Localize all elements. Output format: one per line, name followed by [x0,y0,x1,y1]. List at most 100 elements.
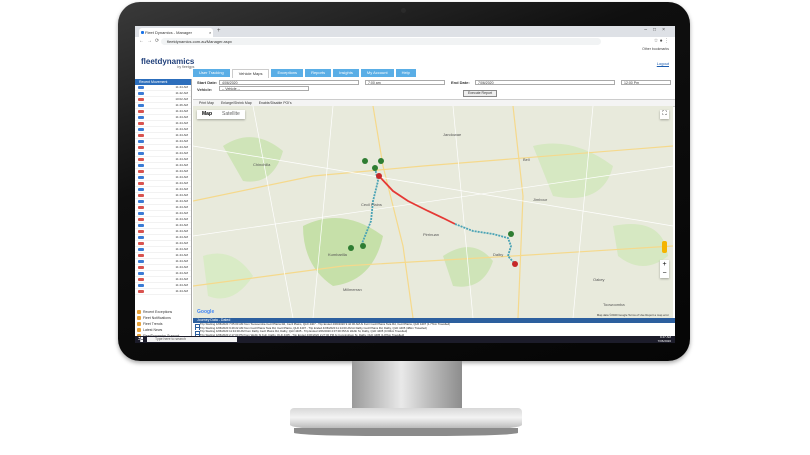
taskbar-search-input[interactable]: Type here to search [147,337,237,342]
marker-stop-5 [508,231,514,237]
logout-link[interactable]: Logout [657,61,669,66]
vehicle-time: 11:44 AM [175,145,188,149]
marker-stop-1 [378,158,384,164]
place-label: Chinchilla [253,162,271,167]
vehicle-status-icon [138,104,144,107]
menu-my-account[interactable]: My Account [360,69,394,77]
marker-stop-3 [348,245,354,251]
map-type-control: Map Satellite [197,110,245,119]
place-label: Pirrinuan [423,232,439,237]
window-controls[interactable]: –□× [644,27,671,33]
place-label: Millmerran [343,287,362,292]
vehicle-time: 11:44 AM [175,163,188,167]
vehicle-time: 11:44 AM [175,259,188,263]
browser-tab[interactable]: Fleet Dynamics - Manager × [139,28,213,37]
vehicle-status-icon [138,146,144,149]
map-view[interactable]: Cecil Plains Dalby Kumbarilla Pirrinuan … [193,106,673,318]
vehicle-status-icon [138,188,144,191]
vehicle-status-icon [138,128,144,131]
vehicle-time: 11:42 AM [175,91,188,95]
vehicle-status-icon [138,194,144,197]
vehicle-time: 11:44 AM [175,151,188,155]
nav-buttons[interactable]: ←→⟳ [139,38,162,44]
start-date-input[interactable]: 4/06/2020 [219,80,359,85]
vehicle-time: 11:44 AM [175,85,188,89]
end-time-input[interactable]: 12:00 Pm [621,80,671,85]
vehicle-status-icon [138,116,144,119]
vehicle-status-icon [138,152,144,155]
vehicle-status-icon [138,170,144,173]
profile-icon[interactable]: ☆ ● ⋮ [654,38,669,44]
vehicle-time: 11:44 AM [175,223,188,227]
taskbar-apps [243,337,292,343]
map-attribution: Map data ©2020 Google Terms of Use Repor… [596,313,669,317]
vehicle-status-icon [138,140,144,143]
vehicle-time: 11:44 AM [175,169,188,173]
menu-insights[interactable]: Insights [333,69,359,77]
close-tab-icon[interactable]: × [209,28,211,37]
marker-current [376,173,382,179]
vehicle-status-icon [138,230,144,233]
vehicle-status-icon [138,278,144,281]
end-date-label: End Date: [451,80,470,85]
vehicle-status-icon [138,182,144,185]
other-bookmarks[interactable]: Other bookmarks [642,47,669,51]
monitor-stand-base-shadow [294,428,518,436]
start-date-label: Start Date: [197,80,218,85]
place-label: Cecil Plains [361,202,382,207]
print-map-button[interactable]: Print Map [199,101,214,105]
vehicle-status-icon [138,224,144,227]
vehicle-time: 11:44 AM [175,217,188,221]
start-time-input[interactable]: 7:00 am [365,80,445,85]
new-tab-icon[interactable]: + [217,28,221,34]
menu-vehicle-maps[interactable]: Vehicle Maps [231,69,270,78]
vehicle-time: 11:44 AM [175,265,188,269]
windows-taskbar: Type here to search 9:47 AM 7/06/2020 [135,335,675,343]
google-logo: Google [197,309,215,315]
place-label: Oakey [593,277,605,282]
vehicle-status-icon [138,122,144,125]
vehicle-time: 11:44 AM [175,193,188,197]
menu-exceptions[interactable]: Exceptions [271,69,304,77]
vehicle-time: 11:44 AM [175,205,188,209]
vehicle-time: 11:46 AM [175,103,188,107]
vehicle-time: 11:44 AM [175,229,188,233]
fullscreen-icon[interactable]: ⛶ [660,110,669,119]
menu-help[interactable]: Help [395,69,416,77]
url-input[interactable]: fleetdynamics.com.au/Manager.aspx [161,38,601,45]
app-header: fleetdynamics by fleetgps Logout User Tr… [135,53,675,79]
menu-reports[interactable]: Reports [305,69,332,77]
vehicle-time: 11:44 AM [175,133,188,137]
vehicle-status-icon [138,272,144,275]
execute-report-button[interactable]: Execute Report [463,90,497,97]
place-label: Toowoomba [603,302,625,307]
marker-stop-2 [362,158,368,164]
vehicle-time: 11:44 AM [175,253,188,257]
place-label: Dalby [493,252,503,257]
vehicle-label: Vehicle: [197,87,213,92]
vehicle-row[interactable]: 11:44 AM [135,289,191,295]
vehicle-time: 11:44 AM [175,109,188,113]
vehicle-time: 11:44 AM [175,115,188,119]
end-date-input[interactable]: 7/06/2020 [475,80,615,85]
tab-title: Fleet Dynamics - Manager [145,30,192,35]
map-type-map[interactable]: Map [197,110,217,119]
vehicle-select[interactable]: -- Vehicle -- [219,86,309,91]
vehicle-status-icon [138,254,144,257]
menu-user-tracking[interactable]: User Tracking [193,69,230,77]
fleetdynamics-logo: fleetdynamics by fleetgps [141,57,195,69]
windows-start-icon[interactable] [138,337,143,342]
vehicle-time: 11:44 AM [175,157,188,161]
map-roads [193,106,673,318]
zoom-control[interactable]: + − [660,260,669,278]
vehicle-time: 11:44 AM [175,181,188,185]
pegman-icon[interactable] [662,241,667,253]
vehicle-status-icon [138,218,144,221]
toggle-poi-button[interactable]: Enable/Disable POI's [259,101,292,105]
map-minor-roads [193,106,673,318]
enlarge-map-button[interactable]: Enlarge/Shrink Map [221,101,252,105]
map-canvas: Cecil Plains Dalby Kumbarilla Pirrinuan … [193,106,673,318]
map-type-satellite[interactable]: Satellite [217,110,245,119]
vehicle-status-icon [138,242,144,245]
monitor-stand-neck [352,361,462,411]
